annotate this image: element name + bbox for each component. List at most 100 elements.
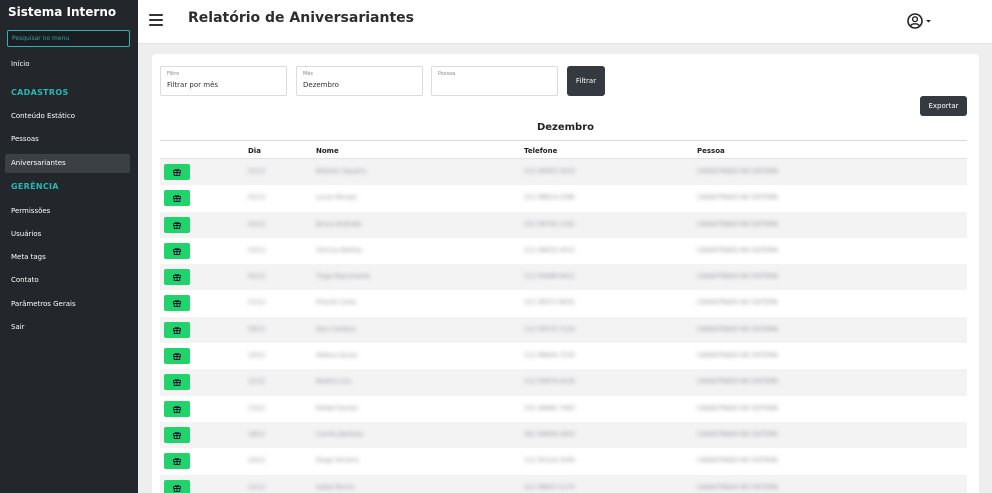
cell-pessoa: CADASTRADO NO SISTEMA xyxy=(697,325,778,333)
user-menu-button[interactable] xyxy=(906,12,936,30)
gift-button[interactable] xyxy=(164,269,190,286)
gift-button[interactable] xyxy=(164,374,190,391)
cell-dia: 18/12 xyxy=(248,430,266,438)
sidebar-section-gerencia: GERÊNCIA xyxy=(11,182,59,191)
gift-button[interactable] xyxy=(164,400,190,417)
column-header-telefone: Telefone xyxy=(524,147,558,155)
cell-dia: 01/12 xyxy=(248,168,266,175)
cell-dia: 03/12 xyxy=(248,246,266,254)
cell-nome: Bruna Andrade xyxy=(316,220,362,228)
gift-icon xyxy=(173,221,181,229)
sidebar-item-parametros-gerais[interactable]: Parâmetros Gerais xyxy=(5,295,130,314)
sidebar-item-conteudo-estatico[interactable]: Conteúdo Estático xyxy=(5,107,130,126)
cell-dia: 05/12 xyxy=(248,273,266,281)
cell-nome: Lucas Moraes xyxy=(316,194,357,202)
sidebar-item-meta-tags[interactable]: Meta tags xyxy=(5,248,130,267)
gift-icon xyxy=(173,352,181,361)
cell-dia: 20/12 xyxy=(248,457,266,465)
cell-telefone: (31) 99745-1192 xyxy=(524,220,575,228)
sidebar-item-usuarios[interactable]: Usuários xyxy=(5,225,130,244)
table-row: 07/12 Priscila Costa (21) 99371-8035 CADAST… xyxy=(160,290,967,316)
gift-icon xyxy=(173,379,181,387)
cell-nome: Tiago Nascimento xyxy=(316,273,370,281)
cell-nome: Davi Cardoso xyxy=(316,325,356,333)
sidebar-item-inicio[interactable]: Início xyxy=(5,55,130,74)
cell-pessoa: CADASTRADO NO SISTEMA xyxy=(697,299,778,307)
gift-icon xyxy=(173,431,181,439)
brand-title: Sistema Interno xyxy=(8,5,117,19)
gift-button[interactable] xyxy=(164,321,190,338)
column-header-pessoa: Pessoa xyxy=(697,147,725,155)
sidebar-item-contato[interactable]: Contato xyxy=(5,271,130,290)
gift-button[interactable] xyxy=(164,295,190,312)
sidebar-item-sair[interactable]: Sair xyxy=(5,318,130,337)
gift-icon xyxy=(173,247,181,255)
mes-select[interactable]: Mês Dezembro xyxy=(296,66,423,96)
cell-telefone: (31) 99682-7463 xyxy=(524,404,575,412)
gift-icon xyxy=(173,326,181,334)
cell-dia: 10/12 xyxy=(248,352,266,360)
sidebar-item-pessoas[interactable]: Pessoas xyxy=(5,130,130,149)
cell-dia: 02/12 xyxy=(248,220,266,228)
cell-pessoa: CADASTRADO NO SISTEMA xyxy=(697,273,778,281)
gift-button[interactable] xyxy=(164,242,190,259)
cell-telefone: (11) 93876-4218 xyxy=(524,378,575,386)
filtro-label: Filtro xyxy=(167,71,180,77)
gift-button[interactable] xyxy=(164,479,190,493)
cell-dia: 01/12 xyxy=(248,194,266,202)
month-title: Dezembro xyxy=(536,122,595,133)
cell-dia: 07/12 xyxy=(248,299,266,307)
cell-nome: Rafael Gomes xyxy=(316,404,358,412)
cell-dia: 15/12 xyxy=(248,404,266,412)
cell-telefone: (11) 96632-4415 xyxy=(524,246,575,254)
cell-dia: 09/12 xyxy=(248,325,266,333)
menu-search-input[interactable] xyxy=(7,30,130,47)
gift-button[interactable] xyxy=(164,190,190,207)
gift-icon xyxy=(173,405,181,413)
export-button[interactable]: Exportar xyxy=(920,96,967,116)
filter-button[interactable]: Filtrar xyxy=(567,66,605,96)
gift-icon xyxy=(173,274,181,282)
column-header-dia: Dia xyxy=(248,147,261,155)
cell-pessoa: CADASTRADO NO SISTEMA xyxy=(697,168,778,175)
filtro-select[interactable]: Filtro Filtrar por mês xyxy=(160,66,287,96)
cell-nome: Vinícius Batista xyxy=(316,246,362,254)
user-circle-icon xyxy=(907,13,931,29)
cell-nome: Diego Ferreira xyxy=(316,457,359,465)
cell-nome: Roberto Siqueira xyxy=(316,168,367,175)
sidebar: Sistema Interno Início CADASTROS Conteúd… xyxy=(0,0,138,493)
cell-pessoa: CADASTRADO NO SISTEMA xyxy=(697,457,778,465)
table-row: 15/12 Rafael Gomes (31) 99682-7463 CADASTRA… xyxy=(160,396,967,422)
cell-pessoa: CADASTRADO NO SISTEMA xyxy=(697,430,778,438)
sidebar-item-permissoes[interactable]: Permissões xyxy=(5,202,130,221)
mes-label: Mês xyxy=(303,71,313,77)
sidebar-section-cadastros: CADASTROS xyxy=(11,88,69,97)
cell-pessoa: CADASTRADO NO SISTEMA xyxy=(697,220,778,228)
gift-button[interactable] xyxy=(164,216,190,233)
pessoa-label: Pessoa xyxy=(438,71,456,77)
chevron-down-icon xyxy=(926,20,931,23)
cell-nome: Isabel Rocha xyxy=(316,483,354,491)
table-row: 02/12 Bruna Andrade (31) 99745-1192 CADASTR… xyxy=(160,211,967,238)
cell-nome: Helena Souza xyxy=(316,352,358,360)
cell-telefone: (21) 99371-8035 xyxy=(524,299,575,307)
cell-telefone: (11) 98944-7530 xyxy=(524,352,575,360)
gift-button[interactable] xyxy=(164,453,190,470)
sidebar-item-aniversariantes[interactable]: Aniversariantes xyxy=(5,154,130,173)
cell-telefone: (11) 95570-7124 xyxy=(524,325,575,333)
cell-pessoa: CADASTRADO NO SISTEMA xyxy=(697,194,778,202)
table-row: 10/12 Helena Souza (11) 98944-7530 CADASTRA… xyxy=(160,343,967,369)
gift-icon xyxy=(173,168,181,176)
cell-telefone: (21) 98814-2286 xyxy=(524,194,575,202)
filtro-value: Filtrar por mês xyxy=(167,81,219,89)
gift-button[interactable] xyxy=(164,164,190,180)
table-body: 01/12 Roberto Siqueira (11) 99452-3010 CADA… xyxy=(160,159,967,493)
cell-telefone: (11) 99452-3010 xyxy=(524,168,575,175)
table-row: 01/12 Roberto Siqueira (11) 99452-3010 CADA… xyxy=(160,159,967,186)
gift-button[interactable] xyxy=(164,348,190,365)
table-row: 05/12 Tiago Nascimento (11) 94586-6021 CADA… xyxy=(160,264,967,291)
cell-dia: 23/12 xyxy=(248,483,266,491)
hamburger-icon[interactable] xyxy=(149,14,163,26)
gift-button[interactable] xyxy=(164,426,190,443)
pessoa-field[interactable]: Pessoa xyxy=(431,66,558,96)
